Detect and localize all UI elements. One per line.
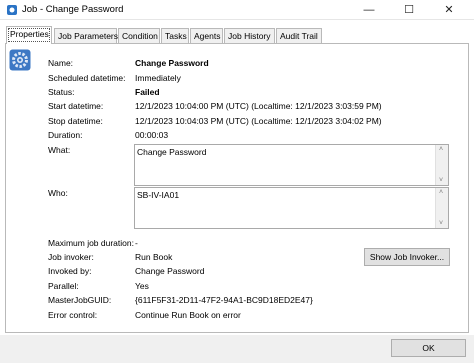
show-job-invoker-button[interactable]: Show Job Invoker...	[364, 248, 450, 266]
close-button[interactable]: ✕	[434, 0, 464, 20]
tab-condition[interactable]: Condition	[118, 28, 160, 43]
tab-agents[interactable]: Agents	[190, 28, 223, 43]
who-scrollbar[interactable]: ˄ ˅	[435, 188, 448, 228]
tab-job-parameters[interactable]: Job Parameters	[54, 28, 118, 43]
invoker-label: Job invoker:	[48, 252, 94, 262]
stop-label: Stop datetime:	[48, 116, 103, 126]
status-value: Failed	[135, 87, 160, 97]
tab-tasks[interactable]: Tasks	[161, 28, 189, 43]
name-label: Name:	[48, 58, 74, 68]
scheduled-value: Immediately	[135, 73, 181, 83]
job-icon	[7, 5, 17, 15]
maximize-button[interactable]: ☐	[394, 0, 424, 20]
name-value: Change Password	[135, 58, 209, 68]
duration-label: Duration:	[48, 130, 83, 140]
start-value: 12/1/2023 10:04:00 PM (UTC) (Localtime: …	[135, 101, 382, 111]
tab-properties[interactable]: Properties	[6, 26, 52, 44]
what-textbox[interactable]: Change Password ˄ ˅	[134, 144, 449, 186]
status-label: Status:	[48, 87, 75, 97]
title-bar: Job - Change Password — ☐ ✕	[0, 0, 474, 20]
tab-audit-trail[interactable]: Audit Trail	[276, 28, 322, 43]
invoker-value: Run Book	[135, 252, 173, 262]
scroll-up-icon[interactable]: ˄	[439, 189, 443, 196]
scroll-down-icon[interactable]: ˅	[439, 177, 443, 184]
max-duration-label: Maximum job duration:	[48, 238, 134, 248]
window-title: Job - Change Password	[22, 4, 124, 15]
scroll-down-icon[interactable]: ˅	[439, 220, 443, 227]
master-guid-label: MasterJobGUID:	[48, 295, 112, 305]
invoked-by-label: Invoked by:	[48, 266, 92, 276]
stop-value: 12/1/2023 10:04:03 PM (UTC) (Localtime: …	[135, 116, 382, 126]
what-label: What:	[48, 145, 71, 155]
tab-job-history[interactable]: Job History	[224, 28, 275, 43]
who-text: SB-IV-IA01	[137, 190, 180, 200]
max-duration-value: -	[135, 238, 138, 248]
parallel-label: Parallel:	[48, 281, 79, 291]
gear-icon	[9, 49, 31, 71]
error-control-value: Continue Run Book on error	[135, 310, 241, 320]
parallel-value: Yes	[135, 281, 149, 291]
what-text: Change Password	[137, 147, 207, 157]
scheduled-label: Scheduled datetime:	[48, 73, 126, 83]
duration-value: 00:00:03	[135, 130, 169, 140]
who-textbox[interactable]: SB-IV-IA01 ˄ ˅	[134, 187, 449, 229]
invoked-by-value: Change Password	[135, 266, 205, 276]
who-label: Who:	[48, 188, 68, 198]
master-guid-value: {611F5F31-2D11-47F2-94A1-BC9D18ED2E47}	[135, 295, 313, 305]
start-label: Start datetime:	[48, 101, 104, 111]
minimize-button[interactable]: —	[354, 0, 384, 20]
scroll-up-icon[interactable]: ˄	[439, 146, 443, 153]
what-scrollbar[interactable]: ˄ ˅	[435, 145, 448, 185]
error-control-label: Error control:	[48, 310, 98, 320]
ok-button[interactable]: OK	[391, 339, 466, 357]
